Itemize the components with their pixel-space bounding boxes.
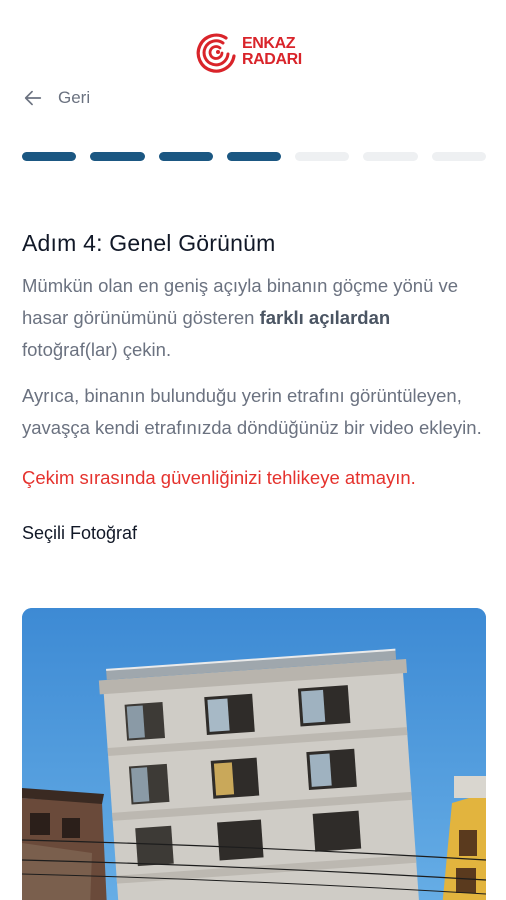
progress-segment-6	[363, 152, 418, 161]
progress-segment-3	[158, 152, 213, 161]
progress-segment-1	[22, 152, 77, 161]
safety-warning: Çekim sırasında güvenliğinizi tehlikeye …	[22, 467, 416, 488]
step-content: Adım 4: Genel Görünüm Mümkün olan en gen…	[22, 226, 488, 548]
enkaz-radari-logo: ENKAZ RADARI	[196, 30, 312, 80]
progress-segment-7	[431, 152, 486, 161]
arrow-left-icon	[24, 90, 42, 106]
logo-line-1: ENKAZ	[242, 35, 296, 52]
instruction-paragraph-2: Ayrıca, binanın bulunduğu yerin etrafını…	[22, 385, 482, 438]
progress-segment-4	[226, 152, 282, 161]
back-button[interactable]: Geri	[22, 86, 90, 110]
step-progress-bar	[22, 152, 486, 162]
progress-segment-5	[295, 152, 350, 161]
back-label: Geri	[58, 88, 91, 107]
progress-segment-2	[90, 152, 145, 161]
instruction-paragraph-1: Mümkün olan en geniş açıyla binanın göçm…	[22, 270, 488, 366]
page-title: Adım 4: Genel Görünüm	[22, 230, 276, 256]
instruction-emphasis: farklı açılardan	[259, 307, 391, 328]
instruction-text-b: fotoğraf(lar) çekin.	[22, 339, 172, 360]
radar-logo-icon	[196, 33, 236, 73]
instruction-text-a: Mümkün olan en geniş açıyla binanın göçm…	[22, 275, 459, 328]
logo-line-2: RADARI	[242, 51, 302, 68]
app-header: ENKAZ RADARI	[0, 30, 506, 80]
building-photo-image	[22, 608, 486, 900]
selected-photo-heading: Seçili Fotoğraf	[22, 523, 138, 543]
logo-wordmark: ENKAZ RADARI	[242, 36, 302, 68]
selected-photo[interactable]	[22, 608, 486, 900]
